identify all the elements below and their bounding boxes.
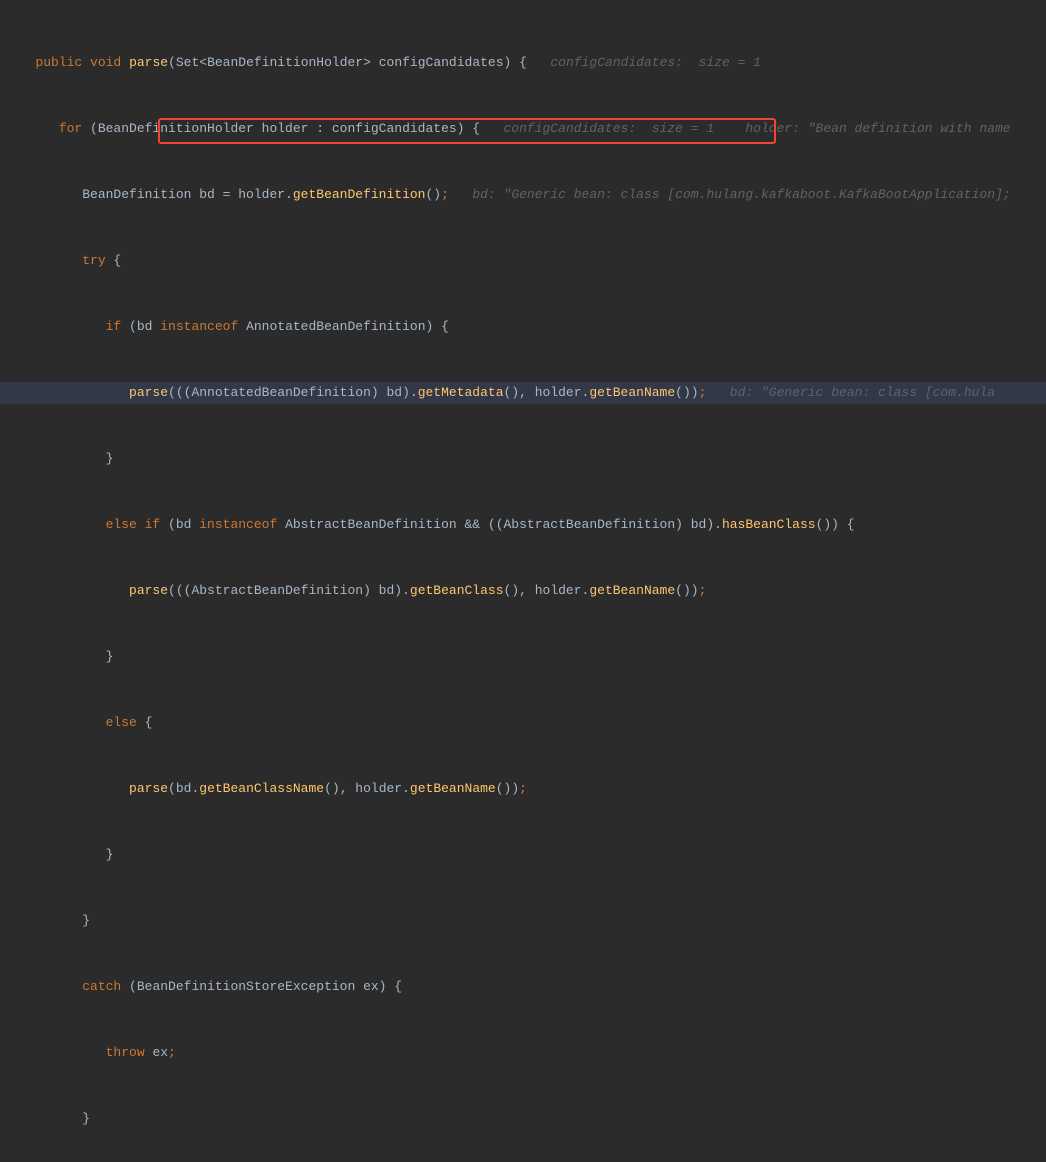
code-line[interactable]: parse(((AbstractBeanDefinition) bd).getB… — [0, 580, 1046, 602]
inline-hint: configCandidates: size = 1 — [527, 55, 761, 70]
code-line[interactable]: } — [0, 646, 1046, 668]
code-line[interactable]: parse(bd.getBeanClassName(), holder.getB… — [0, 778, 1046, 800]
inline-hint: bd: "Generic bean: class [com.hulang.kaf… — [449, 187, 1011, 202]
code-line[interactable]: BeanDefinition bd = holder.getBeanDefini… — [0, 184, 1046, 206]
code-line[interactable]: else if (bd instanceof AbstractBeanDefin… — [0, 514, 1046, 536]
inline-hint: bd: "Generic bean: class [com.hula — [706, 385, 995, 400]
code-line[interactable]: throw ex; — [0, 1042, 1046, 1064]
code-line[interactable]: try { — [0, 250, 1046, 272]
code-line[interactable]: else { — [0, 712, 1046, 734]
code-editor[interactable]: public void parse(Set<BeanDefinitionHold… — [0, 0, 1046, 1162]
code-line[interactable]: if (bd instanceof AnnotatedBeanDefinitio… — [0, 316, 1046, 338]
code-line[interactable]: } — [0, 448, 1046, 470]
code-line[interactable]: } — [0, 1108, 1046, 1130]
code-line[interactable]: catch (BeanDefinitionStoreException ex) … — [0, 976, 1046, 998]
code-line[interactable]: public void parse(Set<BeanDefinitionHold… — [0, 52, 1046, 74]
code-line[interactable]: for (BeanDefinitionHolder holder : confi… — [0, 118, 1046, 140]
code-line[interactable]: } — [0, 844, 1046, 866]
code-line[interactable]: } — [0, 910, 1046, 932]
inline-hint: configCandidates: size = 1 holder: "Bean… — [480, 121, 1011, 136]
code-line-highlighted[interactable]: parse(((AnnotatedBeanDefinition) bd).get… — [0, 382, 1046, 404]
